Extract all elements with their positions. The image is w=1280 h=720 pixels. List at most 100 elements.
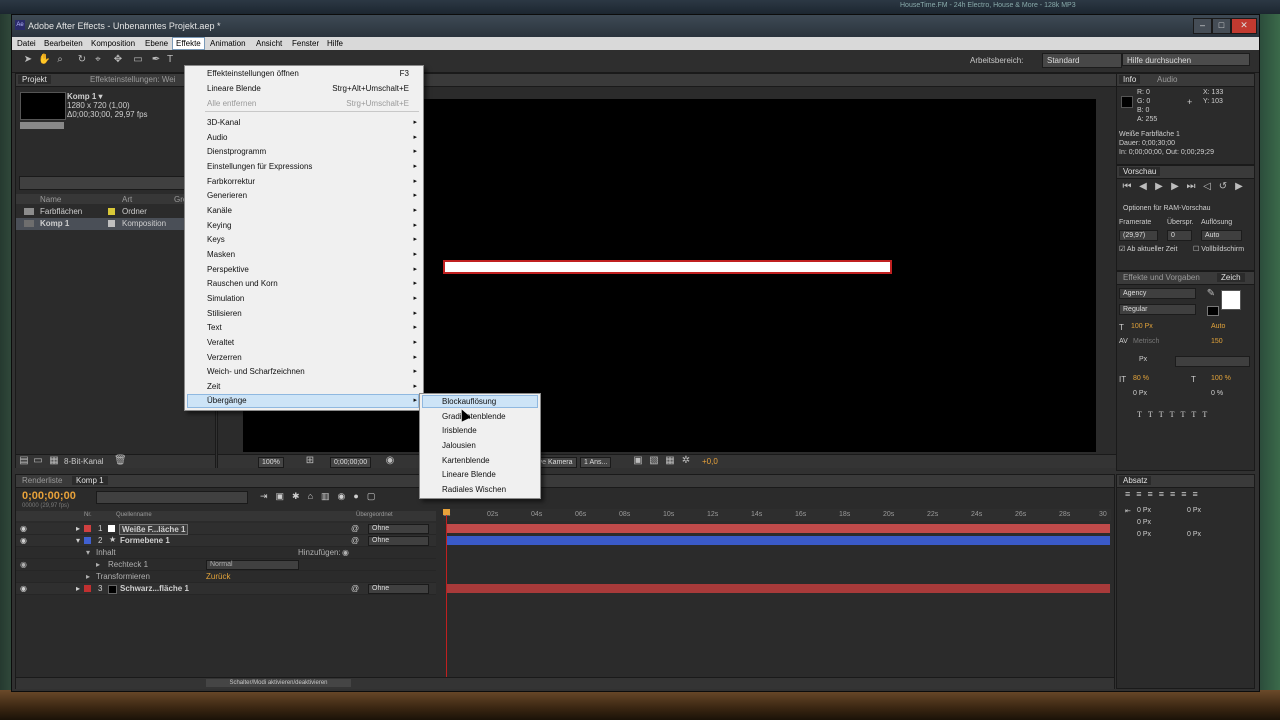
comp-name[interactable]: Komp 1 ▾	[67, 92, 103, 101]
current-time-display[interactable]: 0;00;00;00	[330, 457, 372, 468]
zoom-tool-icon[interactable]: ⌕	[54, 54, 66, 66]
rotate-tool-icon[interactable]: ↻	[76, 54, 88, 66]
menu-ansicht[interactable]: Ansicht	[253, 38, 285, 49]
stroke-style-select[interactable]	[1175, 356, 1250, 367]
tab-effekteinstellungen[interactable]: Effekteinstellungen: Wei	[86, 75, 180, 84]
submenu-item-kartenblende[interactable]: Kartenblende	[442, 456, 490, 465]
safe-margins-icon[interactable]: ⊞	[304, 455, 316, 467]
col-source-name[interactable]: Quellenname	[116, 512, 152, 518]
menu-bearbeiten[interactable]: Bearbeiten	[41, 38, 86, 49]
new-folder-icon[interactable]: ▭	[32, 455, 44, 467]
minimize-button[interactable]: –	[1193, 18, 1212, 34]
time-ruler[interactable]: 0s 02s 04s 06s 08s 10s 12s 14s 16s 18s 2…	[443, 509, 1111, 521]
indent-left-value[interactable]: 0 Px	[1137, 507, 1151, 514]
expand-arrow-icon[interactable]: ▸	[86, 572, 90, 581]
menu-item-rauschen[interactable]: Rauschen und Korn	[207, 279, 278, 288]
submenu-item-jalousien[interactable]: Jalousien	[442, 441, 476, 450]
menu-ebene[interactable]: Ebene	[142, 38, 171, 49]
text-style-buttons[interactable]: TTTTTTT	[1137, 410, 1213, 419]
parent-select[interactable]: Ohne	[368, 584, 429, 594]
col-name[interactable]: Name	[40, 195, 61, 204]
add-label[interactable]: Hinzufügen:	[298, 548, 341, 557]
hand-tool-icon[interactable]: ✋	[38, 54, 50, 66]
visibility-eye-icon[interactable]: ◉	[20, 524, 27, 533]
next-frame-icon[interactable]: ▶	[1169, 181, 1181, 193]
layer-row[interactable]: ◉ ▾ 2 ★ Formebene 1 @ Ohne	[16, 535, 436, 547]
current-time-indicator[interactable]	[446, 509, 447, 687]
expand-arrow-icon[interactable]: ▾	[86, 548, 90, 557]
layer-property-row[interactable]: ▸ Transformieren Zurück	[16, 571, 436, 583]
snapshot-icon[interactable]: ◉	[384, 455, 396, 467]
skip-select[interactable]: 0	[1167, 230, 1192, 241]
camera-tool-icon[interactable]: ⌖	[92, 54, 104, 66]
ram-options-label[interactable]: Optionen für RAM-Vorschau	[1123, 205, 1211, 212]
menu-komposition[interactable]: Komposition	[88, 38, 138, 49]
fast-previews-icon[interactable]: ▧	[648, 455, 660, 467]
font-size-value[interactable]: 100 Px	[1131, 323, 1153, 330]
space-before-value[interactable]: 0 Px	[1137, 531, 1151, 538]
timeline-switches-icons[interactable]: ⇥▣✱⌂▥◉●▢	[260, 491, 383, 502]
menu-item-weichzeichnen[interactable]: Weich- und Scharfzeichnen	[207, 367, 305, 376]
submenu-item-blockaufloesung[interactable]: Blockauflösung	[442, 397, 496, 406]
layer-duration-bar[interactable]	[446, 524, 1110, 533]
layer-name[interactable]: Weiße F...läche 1	[119, 524, 189, 535]
trash-icon[interactable]: 🗑	[114, 455, 127, 467]
parent-select[interactable]: Ohne	[368, 536, 429, 546]
tab-audio[interactable]: Audio	[1153, 75, 1181, 84]
loop-icon[interactable]: ↺	[1217, 181, 1229, 193]
last-frame-icon[interactable]: ⏭	[1185, 181, 1197, 193]
menu-item-verzerren[interactable]: Verzerren	[207, 353, 242, 362]
visibility-eye-icon[interactable]: ◉	[20, 560, 27, 569]
menu-item-expressions[interactable]: Einstellungen für Expressions	[207, 162, 312, 171]
title-bar[interactable]: Ae Adobe After Effects - Unbenanntes Pro…	[12, 15, 1259, 37]
pen-tool-icon[interactable]: ✒	[150, 54, 162, 66]
menu-item-last-effect[interactable]: Lineare Blende	[207, 84, 261, 93]
magnification-select[interactable]: 100%	[258, 457, 284, 468]
menu-item-perspektive[interactable]: Perspektive	[207, 265, 249, 274]
play-icon[interactable]: ▶	[1153, 181, 1165, 193]
menu-item-effect-controls[interactable]: Effekteinstellungen öffnen	[207, 69, 299, 78]
layer-name[interactable]: Formebene 1	[120, 536, 170, 545]
parent-select[interactable]: Ohne	[368, 524, 429, 534]
text-tool-icon[interactable]: T	[164, 54, 176, 66]
fullscreen-checkbox[interactable]: ☐ Vollbildschirm	[1193, 245, 1244, 253]
vertical-scale-value[interactable]: 80 %	[1133, 375, 1149, 382]
from-current-checkbox[interactable]: ☑ Ab aktueller Zeit	[1119, 245, 1177, 253]
menu-item-kanaele[interactable]: Kanäle	[207, 206, 232, 215]
toggle-switches-modes-button[interactable]: Schalter/Modi aktivieren/deaktivieren	[206, 679, 351, 687]
menu-item-keys[interactable]: Keys	[207, 235, 225, 244]
submenu-item-irisblende[interactable]: Irisblende	[442, 426, 477, 435]
current-time-indicator-handle[interactable]	[443, 509, 450, 515]
close-button[interactable]: ✕	[1231, 18, 1257, 34]
menu-item-simulation[interactable]: Simulation	[207, 294, 244, 303]
black-swatch[interactable]	[1207, 306, 1219, 316]
indent-right-value[interactable]: 0 Px	[1187, 507, 1201, 514]
pan-behind-tool-icon[interactable]: ✥	[112, 54, 124, 66]
visibility-eye-icon[interactable]: ◉	[20, 584, 27, 593]
menu-item-veraltet[interactable]: Veraltet	[207, 338, 234, 347]
kerning-value[interactable]: Metrisch	[1133, 338, 1159, 345]
prev-frame-icon[interactable]: ◀	[1137, 181, 1149, 193]
stroke-unit[interactable]: Px	[1139, 356, 1147, 363]
tab-renderliste[interactable]: Renderliste	[18, 476, 66, 485]
expand-arrow-icon[interactable]: ▸	[96, 560, 100, 569]
timeline-current-time[interactable]: 0;00;00;00	[22, 490, 76, 502]
tab-projekt[interactable]: Projekt	[18, 75, 51, 84]
interpret-footage-icon[interactable]: ▤	[18, 455, 30, 467]
parent-pickwhip-icon[interactable]: @	[351, 584, 359, 593]
col-parent[interactable]: Übergeordnet	[356, 512, 393, 518]
transform-reset-link[interactable]: Zurück	[206, 572, 230, 581]
bit-depth-label[interactable]: 8-Bit-Kanal	[64, 457, 104, 466]
flowchart-icon[interactable]: ✲	[680, 455, 692, 467]
layer-label-color[interactable]	[84, 537, 91, 544]
submenu-item-gradientenblende[interactable]: Gradientenblende	[442, 412, 506, 421]
parent-pickwhip-icon[interactable]: @	[351, 536, 359, 545]
tab-effects-presets[interactable]: Effekte und Vorgaben	[1119, 273, 1204, 282]
layer-property-row[interactable]: ◉ ▸ Rechteck 1 Normal	[16, 559, 436, 571]
menu-item-zeit[interactable]: Zeit	[207, 382, 220, 391]
exposure-value[interactable]: +0,0	[702, 457, 718, 466]
tab-absatz[interactable]: Absatz	[1119, 476, 1152, 485]
toggle-pixel-aspect-icon[interactable]: ▣	[632, 455, 644, 467]
workspace-select[interactable]: Standard	[1042, 53, 1122, 68]
baseline-shift-value[interactable]: 0 Px	[1133, 390, 1147, 397]
